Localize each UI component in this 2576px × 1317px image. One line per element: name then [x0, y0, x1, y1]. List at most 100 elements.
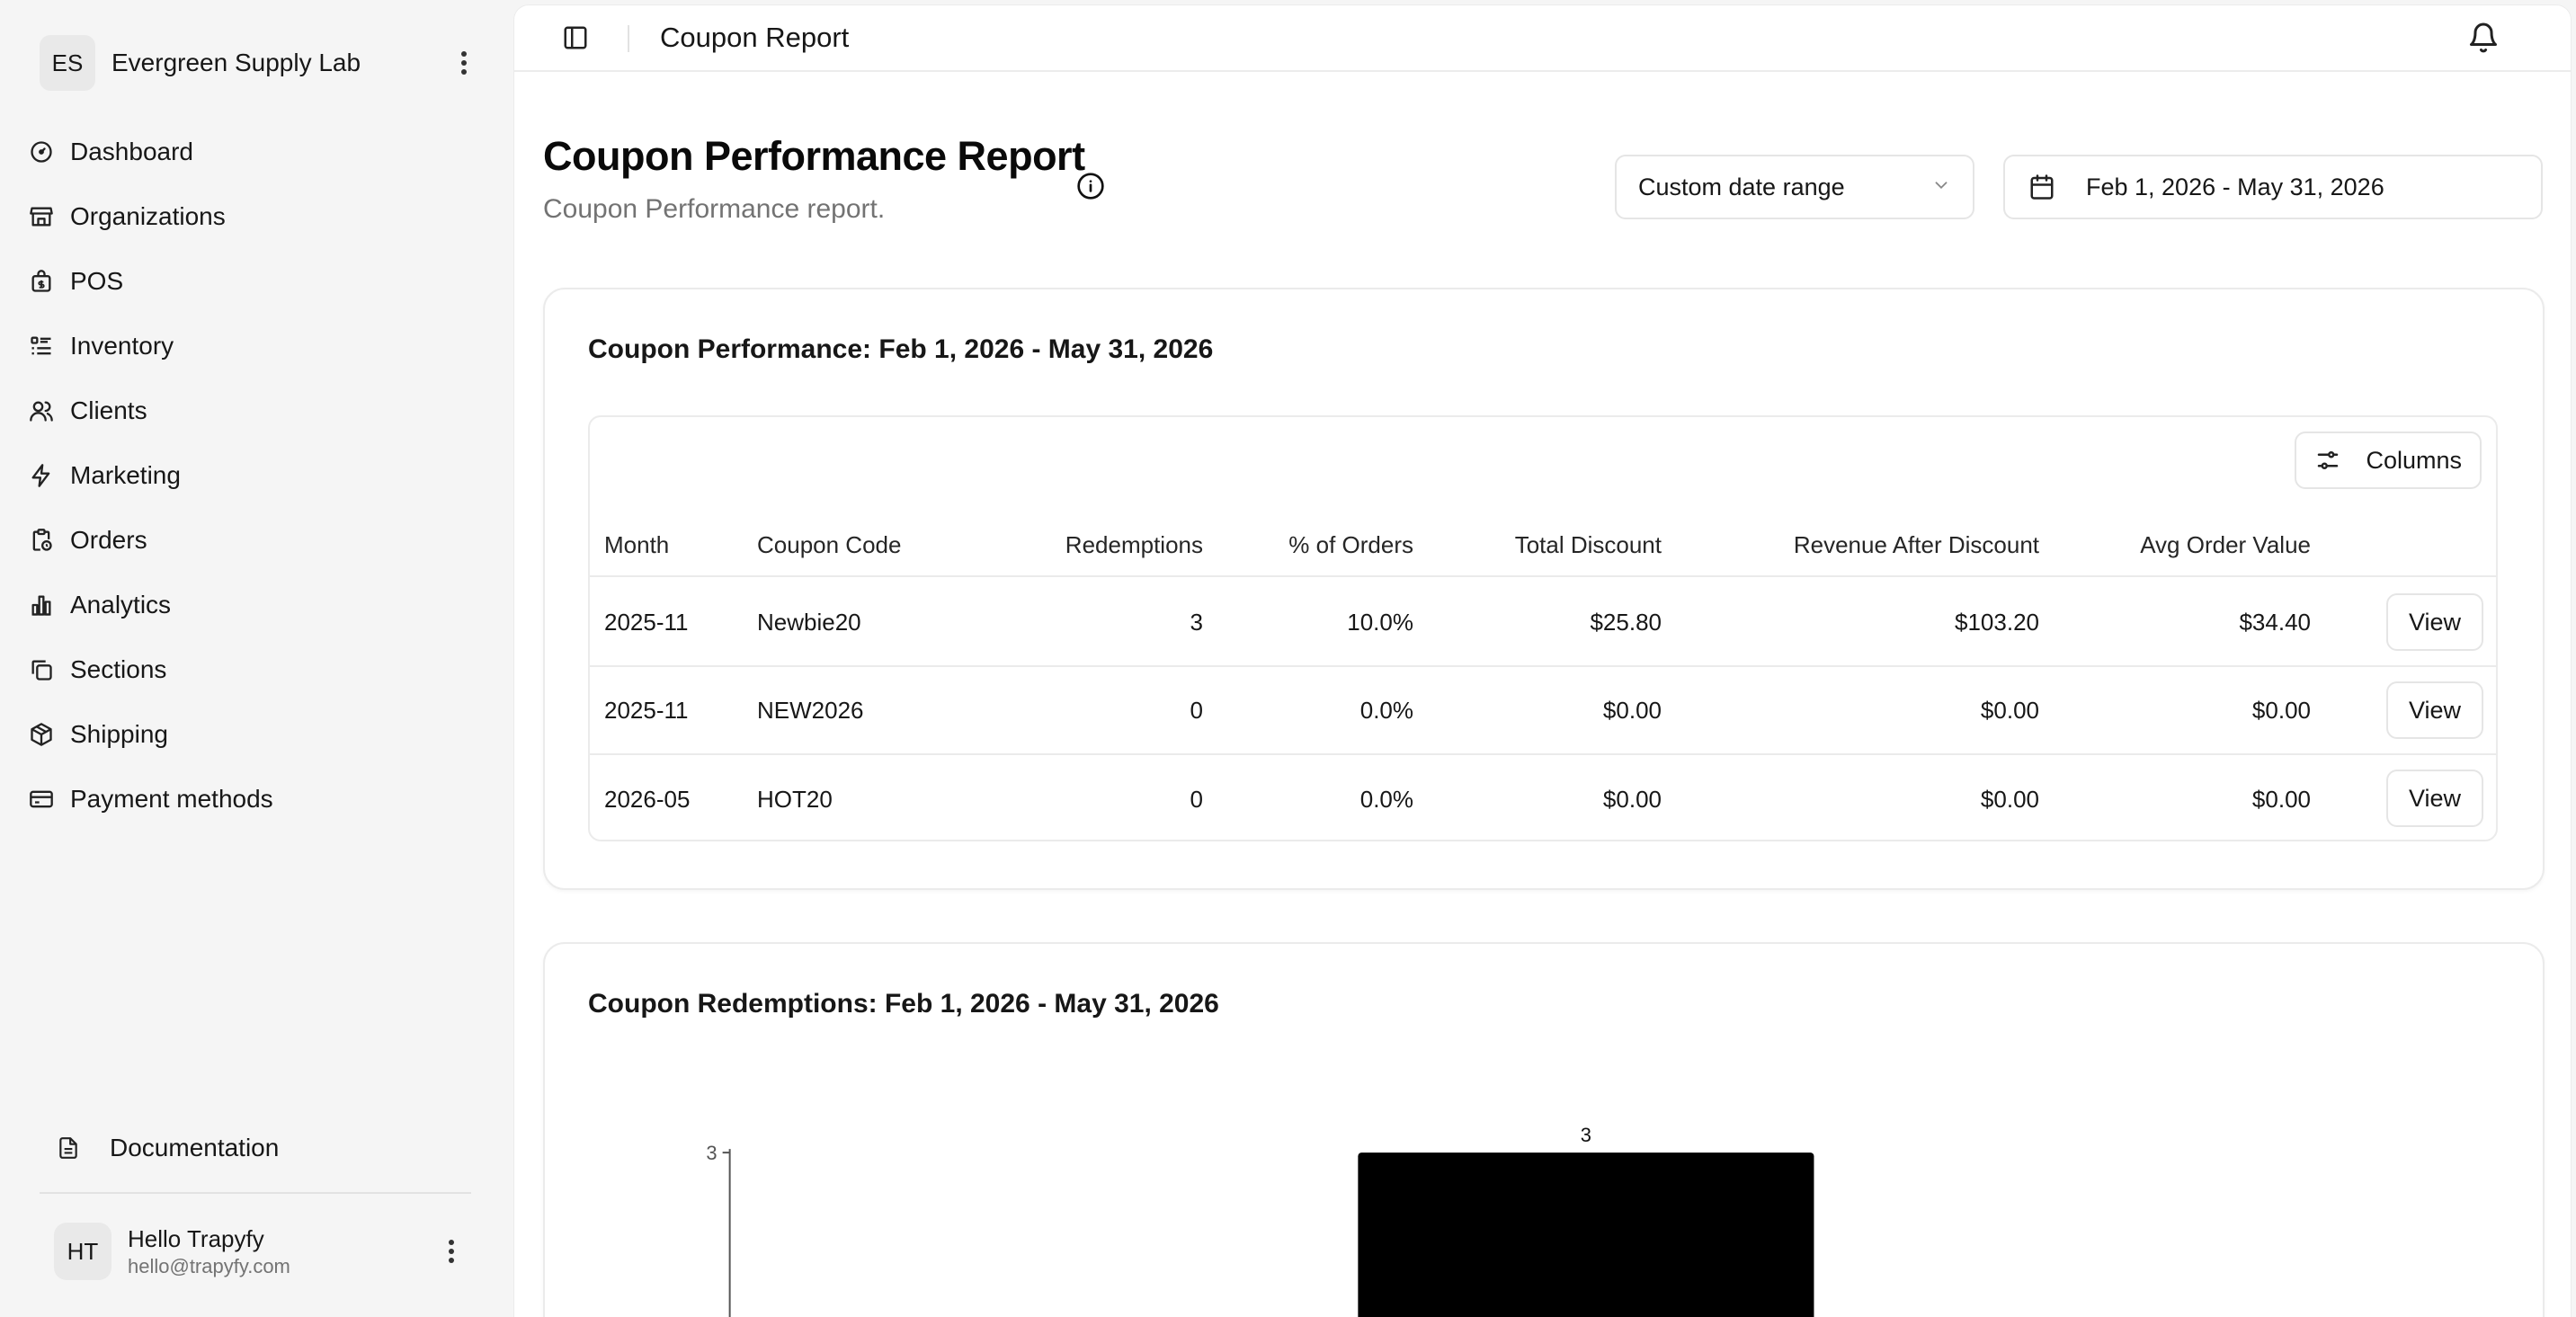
shopping-bag-dollar-icon [27, 267, 56, 296]
sidebar-item-label: Analytics [70, 591, 172, 618]
bell-icon[interactable] [2465, 20, 2501, 56]
sidebar-item-analytics[interactable]: Analytics [25, 573, 484, 637]
cell-coupon-code: HOT20 [757, 785, 833, 813]
top-bar: Coupon Report [514, 5, 2571, 72]
sidebar-item-label: Organizations [70, 202, 226, 230]
cell-redemptions: 0 [1190, 785, 1203, 813]
columns-button[interactable]: Columns [2295, 432, 2482, 489]
gauge-icon [27, 138, 56, 166]
cell-month: 2025-11 [604, 608, 689, 636]
file-text-icon [54, 1134, 83, 1162]
view-button[interactable]: View [2386, 770, 2483, 827]
y-tick-label: 3 [706, 1142, 717, 1164]
org-name: Evergreen Supply Lab [111, 49, 361, 76]
sidebar-item-dashboard[interactable]: Dashboard [25, 120, 484, 184]
sidebar-item-label: POS [70, 267, 124, 295]
cell-coupon-code: Newbie20 [757, 608, 861, 636]
cell-month: 2026-05 [604, 785, 691, 813]
sidebar-item-label: Inventory [70, 332, 174, 360]
sidebar-item-clients[interactable]: Clients [25, 378, 484, 443]
sidebar-item-inventory[interactable]: Inventory [25, 314, 484, 378]
header-redemptions[interactable]: Redemptions [1065, 514, 1203, 575]
coupon-redemptions-card: Coupon Redemptions: Feb 1, 2026 - May 31… [543, 942, 2545, 1317]
date-range-picker[interactable]: Feb 1, 2026 - May 31, 2026 [2003, 155, 2543, 219]
table-row: 2026-05 HOT20 0 0.0% $0.00 $0.00 $0.00 V… [590, 755, 2496, 843]
header-pct-orders[interactable]: % of Orders [1288, 514, 1413, 575]
clipboard-clock-icon [27, 526, 56, 555]
sidebar-item-label: Dashboard [70, 138, 193, 165]
sidebar-toggle-icon[interactable] [559, 22, 592, 54]
org-menu-icon[interactable] [448, 47, 480, 79]
sidebar: ES Evergreen Supply Lab Dashboard Organi… [0, 0, 513, 1317]
cell-total-discount: $0.00 [1602, 696, 1662, 724]
user-menu[interactable]: HT Hello Trapyfy hello@trapyfy.com [54, 1219, 468, 1284]
package-icon [27, 720, 56, 749]
user-info: Hello Trapyfy hello@trapyfy.com [128, 1224, 435, 1279]
breadcrumb-title: Coupon Report [660, 22, 850, 53]
cell-revenue-after-discount: $0.00 [1980, 785, 2039, 813]
cell-coupon-code: NEW2026 [757, 696, 864, 724]
cell-revenue-after-discount: $0.00 [1980, 696, 2039, 724]
copy-icon [27, 655, 56, 684]
sidebar-item-orders[interactable]: Orders [25, 508, 484, 573]
sidebar-nav: Dashboard Organizations POS Inventory Cl… [25, 120, 484, 832]
sidebar-item-shipping[interactable]: Shipping [25, 702, 484, 767]
users-icon [27, 396, 56, 425]
table-row: 2025-11 NEW2026 0 0.0% $0.00 $0.00 $0.00… [590, 667, 2496, 755]
info-icon[interactable] [1075, 171, 1106, 201]
sliders-icon [2314, 446, 2342, 475]
sidebar-item-sections[interactable]: Sections [25, 637, 484, 702]
date-range-value: Feb 1, 2026 - May 31, 2026 [2086, 173, 2384, 200]
cell-redemptions: 3 [1190, 608, 1203, 636]
cell-pct-orders: 0.0% [1359, 785, 1413, 813]
store-icon [27, 202, 56, 231]
chart-title: Coupon Redemptions: Feb 1, 2026 - May 31… [588, 989, 1219, 1019]
user-menu-icon[interactable] [435, 1235, 468, 1268]
user-name: Hello Trapyfy [128, 1225, 264, 1252]
header-avg-order-value[interactable]: Avg Order Value [2140, 514, 2311, 575]
date-range-preset-select[interactable]: Custom date range [1615, 155, 1974, 219]
cell-avg-order-value: $34.40 [2239, 608, 2311, 636]
page-subtitle: Coupon Performance report. [543, 194, 886, 224]
org-avatar: ES [40, 35, 95, 91]
columns-label: Columns [2366, 446, 2462, 474]
list-icon [27, 332, 56, 360]
zap-icon [27, 461, 56, 490]
card-title: Coupon Performance: Feb 1, 2026 - May 31… [588, 334, 1214, 364]
header-coupon-code[interactable]: Coupon Code [757, 514, 901, 575]
bar-chart-icon [27, 591, 56, 619]
chevron-down-icon [1931, 174, 1951, 201]
sidebar-item-marketing[interactable]: Marketing [25, 443, 484, 508]
cell-total-discount: $25.80 [1590, 608, 1662, 636]
sidebar-divider [40, 1192, 471, 1194]
sidebar-item-label: Payment methods [70, 785, 273, 813]
sidebar-item-label: Shipping [70, 720, 168, 748]
cell-redemptions: 0 [1190, 696, 1203, 724]
redemptions-bar-chart: 32.253 [706, 1124, 1814, 1317]
credit-card-icon [27, 785, 56, 814]
performance-table: Columns Month Coupon Code Redemptions % … [588, 415, 2498, 841]
header-month[interactable]: Month [604, 514, 669, 575]
header-revenue-after-discount[interactable]: Revenue After Discount [1794, 514, 2039, 575]
view-button[interactable]: View [2386, 681, 2483, 739]
cell-pct-orders: 0.0% [1359, 696, 1413, 724]
documentation-label: Documentation [110, 1134, 280, 1161]
page-title: Coupon Performance Report [543, 133, 1085, 179]
coupon-performance-card: Coupon Performance: Feb 1, 2026 - May 31… [543, 288, 2545, 890]
org-switcher[interactable]: ES Evergreen Supply Lab [40, 35, 480, 91]
sidebar-item-label: Marketing [70, 461, 181, 489]
user-email: hello@trapyfy.com [128, 1255, 290, 1277]
bar-value-label: 3 [1581, 1124, 1591, 1146]
sidebar-item-label: Orders [70, 526, 147, 554]
sidebar-item-label: Sections [70, 655, 167, 683]
view-button[interactable]: View [2386, 593, 2483, 651]
topbar-divider [628, 25, 629, 52]
documentation-link[interactable]: Documentation [54, 1118, 279, 1178]
sidebar-item-label: Clients [70, 396, 147, 424]
header-total-discount[interactable]: Total Discount [1515, 514, 1662, 575]
sidebar-item-payment-methods[interactable]: Payment methods [25, 767, 484, 832]
cell-pct-orders: 10.0% [1347, 608, 1413, 636]
sidebar-item-organizations[interactable]: Organizations [25, 184, 484, 249]
bar [1358, 1152, 1814, 1317]
sidebar-item-pos[interactable]: POS [25, 249, 484, 314]
